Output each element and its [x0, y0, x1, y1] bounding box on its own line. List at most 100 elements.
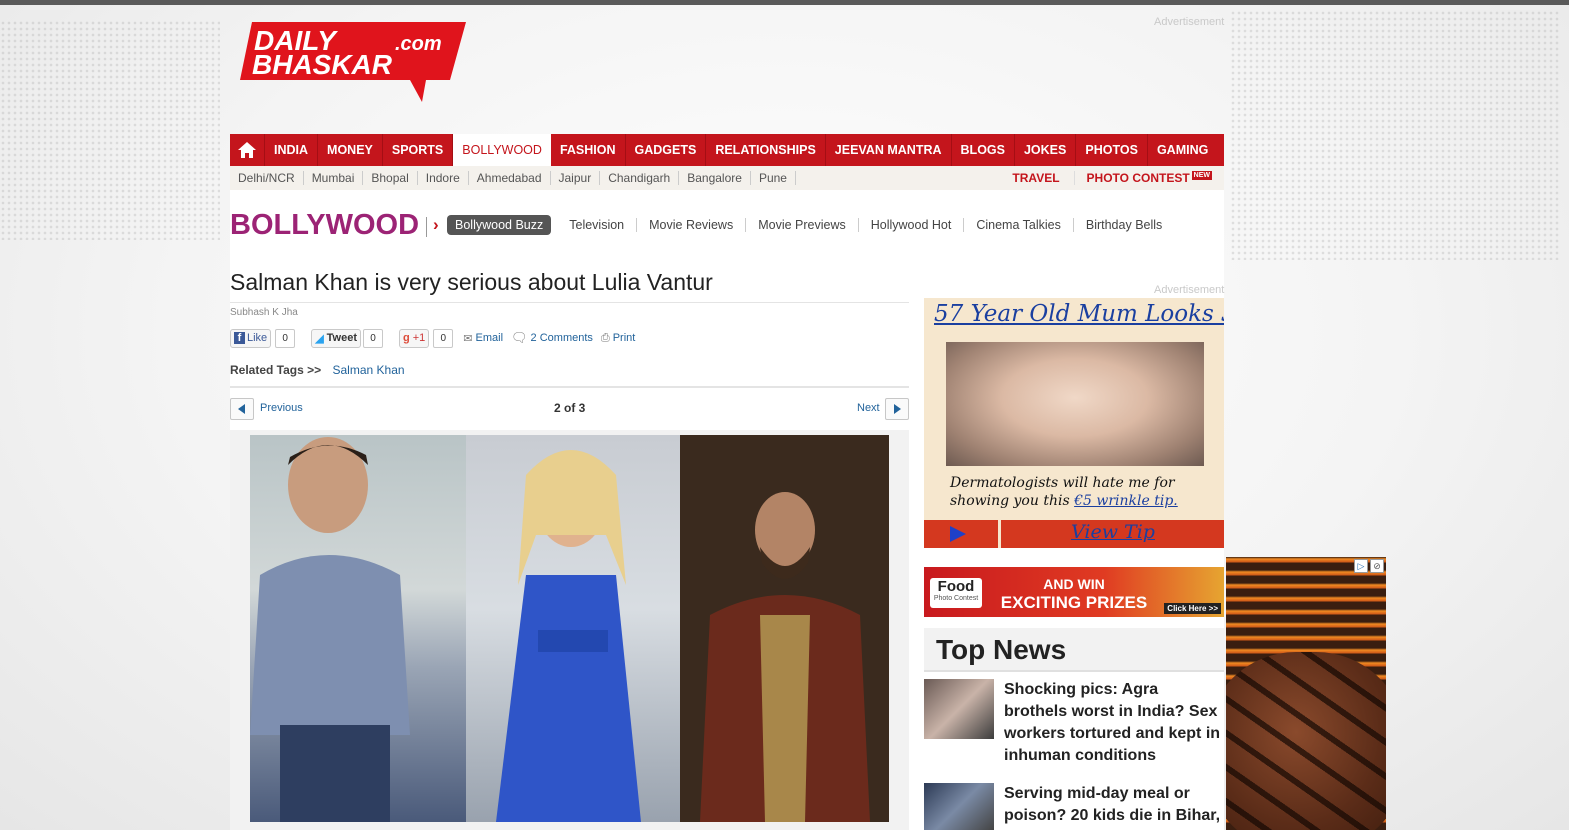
next-button[interactable] [885, 398, 909, 420]
news-item[interactable]: Shocking pics: Agra brothels worst in In… [924, 679, 1224, 771]
tab-cinema-talkies[interactable]: Cinema Talkies [964, 218, 1074, 232]
top-news-title: Top News [936, 634, 1067, 665]
tab-hollywood-hot[interactable]: Hollywood Hot [859, 218, 965, 232]
banner-line-1: AND WIN [1043, 576, 1105, 592]
nav-item-blogs[interactable]: BLOGS [952, 134, 1015, 166]
top-news-header: Top News [924, 628, 1224, 672]
article-photo-third[interactable] [680, 435, 889, 822]
tags-divider [230, 386, 909, 388]
floating-grill-ad[interactable]: ▷ ⊘ [1226, 557, 1386, 830]
city-link-mumbai[interactable]: Mumbai [304, 171, 364, 185]
new-badge: NEW [1191, 171, 1212, 180]
gplus-label: +1 [412, 332, 426, 344]
email-link[interactable]: ✉ Email [463, 332, 503, 345]
page-count: 2 of 3 [554, 401, 586, 415]
city-link-bhopal[interactable]: Bhopal [363, 171, 418, 185]
news-headline[interactable]: Shocking pics: Agra brothels worst in In… [1004, 679, 1224, 767]
city-link-pune[interactable]: Pune [751, 171, 796, 185]
city-link-delhi[interactable]: Delhi/NCR [230, 171, 304, 185]
nav-item-fashion[interactable]: FASHION [551, 134, 626, 166]
news-thumbnail[interactable] [924, 783, 994, 830]
nav-item-gaming[interactable]: GAMING [1148, 134, 1217, 166]
like-label: Like [247, 332, 268, 344]
tab-television[interactable]: Television [557, 218, 638, 232]
headline-divider [230, 302, 909, 303]
wrinkle-ad[interactable]: 57 Year Old Mum Looks 35 Dermatologists … [924, 298, 1224, 548]
envelope-icon: ✉ [463, 332, 473, 345]
nav-item-sports[interactable]: SPORTS [383, 134, 454, 166]
ad-cta-bar: View Tip [924, 520, 1224, 548]
advertisement-label-top: Advertisement [1154, 16, 1225, 28]
nav-item-jeevan-mantra[interactable]: JEEVAN MANTRA [826, 134, 952, 166]
nav-item-money[interactable]: MONEY [318, 134, 383, 166]
food-contest-logo: Food Photo Contest [930, 578, 982, 608]
previous-link[interactable]: Previous [260, 402, 303, 414]
arrow-right-icon [894, 404, 901, 414]
arrow-left-icon [238, 404, 245, 414]
google-plus-button[interactable]: g +1 [399, 328, 430, 348]
tab-movie-reviews[interactable]: Movie Reviews [637, 218, 747, 232]
ad-body: Dermatologists will hate me for showing … [950, 474, 1210, 510]
city-link-chandigarh[interactable]: Chandigarh [600, 171, 680, 185]
share-bar: f Like 0 ◢ Tweet 0 g +1 0 ✉ Email 🗨 2 Co… [230, 328, 643, 348]
city-link-jaipur[interactable]: Jaipur [551, 171, 601, 185]
ad-info-icon[interactable]: ▷ [1354, 559, 1368, 573]
comments-link[interactable]: 🗨 2 Comments [511, 330, 593, 346]
subnav-right: TRAVEL PHOTO CONTEST NEW [1000, 166, 1224, 190]
travel-link[interactable]: TRAVEL [1000, 171, 1075, 185]
advertisement-label-sidebar: Advertisement [1154, 284, 1225, 296]
nav-item-relationships[interactable]: RELATIONSHIPS [706, 134, 826, 166]
facebook-like-button[interactable]: f Like [230, 328, 272, 348]
city-link-bangalore[interactable]: Bangalore [679, 171, 751, 185]
tab-movie-previews[interactable]: Movie Previews [746, 218, 859, 232]
section-title[interactable]: BOLLYWOOD [230, 209, 419, 242]
print-link[interactable]: ⎙ Print [601, 332, 635, 345]
section-divider [426, 217, 427, 237]
nav-item-gadgets[interactable]: GADGETS [626, 134, 707, 166]
play-icon[interactable] [924, 520, 1001, 548]
city-link-ahmedabad[interactable]: Ahmedabad [469, 171, 551, 185]
tab-bollywood-buzz[interactable]: Bollywood Buzz [447, 215, 552, 235]
nav-item-india[interactable]: INDIA [265, 134, 319, 166]
article-headline: Salman Khan is very serious about Lulia … [230, 269, 713, 295]
ad-choices: ▷ ⊘ [1354, 559, 1384, 573]
article-photo-lulia[interactable] [466, 435, 680, 822]
logo-text-bottom: BHASKAR [252, 49, 393, 80]
previous-button[interactable] [230, 398, 254, 420]
city-subnav: Delhi/NCR Mumbai Bhopal Indore Ahmedabad… [230, 166, 1224, 190]
nav-home[interactable] [230, 134, 265, 166]
nav-item-bollywood[interactable]: BOLLYWOOD [453, 134, 551, 166]
article-photo-salman[interactable] [250, 435, 466, 822]
next-link[interactable]: Next [857, 402, 880, 414]
nav-item-jokes[interactable]: JOKES [1015, 134, 1077, 166]
ad-image-steak [1226, 652, 1386, 830]
city-link-indore[interactable]: Indore [418, 171, 469, 185]
related-tags-label: Related Tags >> [230, 363, 322, 377]
tweet-count: 0 [363, 328, 384, 348]
news-thumbnail[interactable] [924, 679, 994, 739]
tweet-button[interactable]: ◢ Tweet [311, 328, 362, 348]
gplus-count: 0 [433, 328, 454, 348]
photo-pager: Previous 2 of 3 Next [230, 398, 909, 422]
ad-close-icon[interactable]: ⊘ [1370, 559, 1384, 573]
banner-line-2: EXCITING PRIZES [1000, 593, 1148, 612]
comments-label: 2 Comments [530, 332, 593, 344]
click-here-button[interactable]: Click Here >> [1164, 603, 1221, 614]
ad-image [946, 342, 1204, 466]
nav-item-photos[interactable]: PHOTOS [1076, 134, 1148, 166]
photo-contest-link[interactable]: PHOTO CONTEST NEW [1075, 171, 1224, 185]
food-contest-banner[interactable]: Food Photo Contest AND WIN EXCITING PRIZ… [924, 567, 1224, 617]
ad-body-link[interactable]: €5 wrinkle tip. [1074, 493, 1178, 509]
tab-birthday-bells[interactable]: Birthday Bells [1074, 218, 1174, 232]
article-author[interactable]: Subhash K Jha [230, 307, 298, 318]
site-logo[interactable]: DAILY .com BHASKAR [240, 20, 466, 102]
world-map-decoration-right [1230, 10, 1560, 260]
food-label: Food [937, 578, 975, 595]
print-label: Print [612, 332, 636, 344]
news-headline[interactable]: Serving mid-day meal or poison? 20 kids … [1004, 783, 1224, 827]
news-item[interactable]: Serving mid-day meal or poison? 20 kids … [924, 783, 1224, 830]
tag-link-salman-khan[interactable]: Salman Khan [333, 363, 405, 377]
view-tip-button[interactable]: View Tip [1002, 521, 1224, 543]
chevron-right-icon: › [433, 215, 439, 234]
comment-bubble-icon: 🗨 [511, 330, 528, 345]
